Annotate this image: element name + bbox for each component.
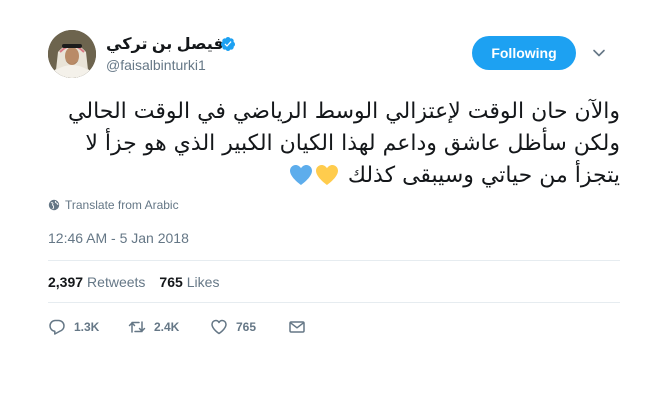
likes-stat[interactable]: 765 Likes (159, 274, 219, 290)
like-count: 765 (236, 320, 257, 334)
divider (48, 260, 620, 261)
verified-badge-icon (220, 37, 235, 51)
retweets-count: 2,397 (48, 274, 84, 290)
likes-label: Likes (186, 274, 220, 290)
tweet-text-line: يتجزأ من حياتي وسيبقى كذلك (40, 160, 620, 192)
direct-message-button[interactable] (288, 318, 306, 336)
handle[interactable]: @faisalbinturki1 (106, 57, 206, 73)
tweet-text: والآن حان الوقت لإعتزالي الوسط الرياضي ف… (40, 96, 620, 192)
reply-count: 1.3K (74, 320, 100, 334)
retweets-stat[interactable]: 2,397 Retweets (48, 274, 145, 290)
avatar[interactable] (48, 30, 96, 78)
globe-icon (48, 199, 60, 211)
reply-icon (49, 319, 65, 335)
tweet-card: فيصل بن تركي @faisalbinturki1 Following … (0, 0, 668, 416)
envelope-icon (289, 321, 305, 333)
tweet-text-segment: يتجزأ من حياتي وسيبقى كذلك (347, 163, 620, 188)
yellow-heart-icon (315, 165, 338, 185)
following-button[interactable]: Following (472, 36, 576, 70)
retweet-button[interactable]: 2.4K (128, 318, 210, 336)
translate-link[interactable]: Translate from Arabic (48, 198, 179, 212)
display-name[interactable]: فيصل بن تركي (106, 34, 224, 54)
retweets-label: Retweets (87, 274, 146, 290)
translate-label[interactable]: Translate from Arabic (65, 198, 179, 212)
divider (48, 302, 620, 303)
chevron-down-icon[interactable] (592, 46, 606, 60)
blue-heart-icon (289, 165, 312, 185)
retweet-icon (128, 321, 146, 333)
tweet-text-line: والآن حان الوقت لإعتزالي الوسط الرياضي ف… (68, 99, 620, 124)
heart-icon (211, 319, 227, 335)
likes-count: 765 (159, 274, 183, 290)
reply-button[interactable]: 1.3K (48, 318, 128, 336)
timestamp[interactable]: 12:46 AM - 5 Jan 2018 (48, 230, 189, 246)
like-button[interactable]: 765 (210, 318, 288, 336)
tweet-actions: 1.3K 2.4K 765 (48, 318, 306, 336)
tweet-stats: 2,397 Retweets 765 Likes (48, 274, 219, 290)
tweet-text-line: ولكن سأظل عاشق وداعم لهذا الكيان الكبير … (85, 131, 620, 156)
retweet-count: 2.4K (154, 320, 180, 334)
